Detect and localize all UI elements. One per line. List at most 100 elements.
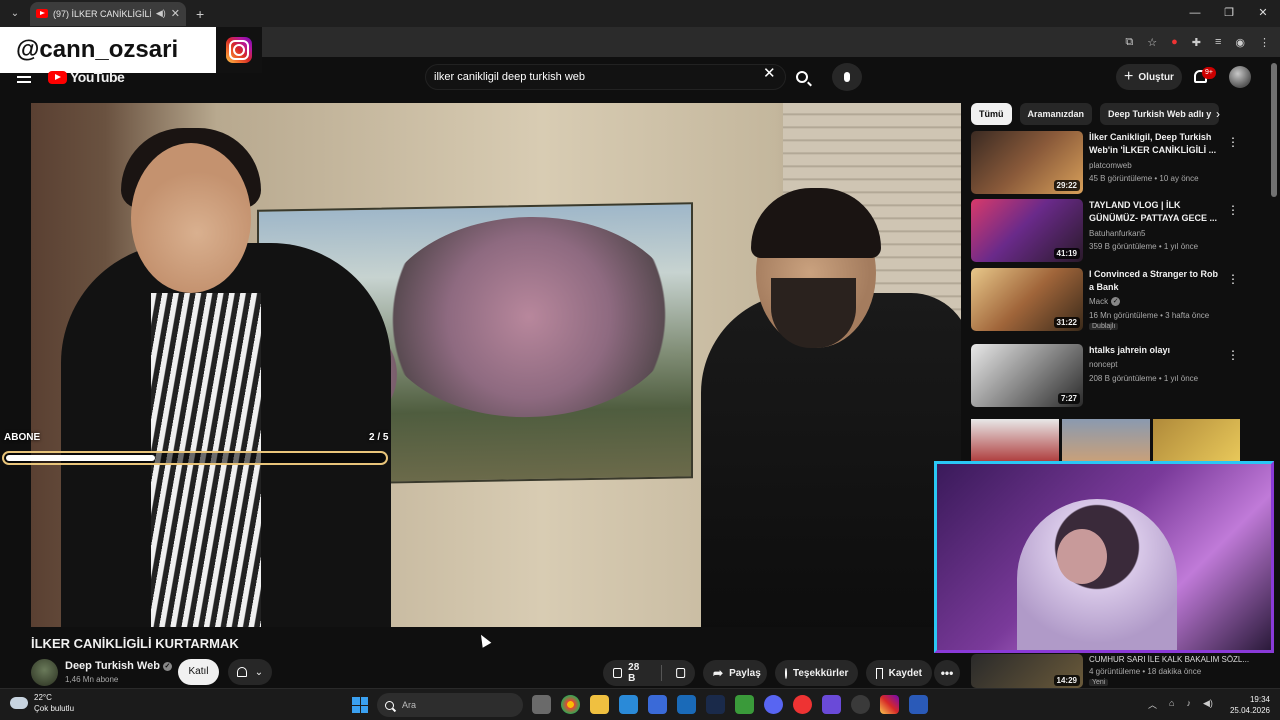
streamlabs-icon[interactable] [909, 695, 928, 714]
channel-avatar[interactable] [31, 659, 58, 686]
video-player[interactable] [31, 103, 961, 627]
file-explorer-icon[interactable] [590, 695, 609, 714]
shorts-thumbnail[interactable] [971, 419, 1059, 461]
chrome-icon[interactable] [561, 695, 580, 714]
network-icon[interactable]: ⌂ [1169, 698, 1174, 711]
kebab-menu-icon[interactable]: ⋮ [1227, 272, 1239, 286]
thumbs-up-icon[interactable] [613, 668, 623, 678]
install-app-icon[interactable]: ⧉ [1125, 36, 1133, 49]
recommendation-channel[interactable]: Batuhanfurkan5 [1089, 229, 1146, 238]
teams-icon[interactable] [822, 695, 841, 714]
clock-time: 19:34 [1249, 695, 1270, 704]
recommendation-title[interactable]: TAYLAND VLOG | İLK GÜNÜMÜZ- PATTAYA GECE… [1089, 199, 1219, 225]
kebab-menu-icon[interactable]: ⋮ [1227, 203, 1239, 217]
like-count[interactable]: 28 B [628, 662, 647, 684]
minimize-button[interactable]: — [1178, 0, 1212, 27]
recommendation-item[interactable]: 29:22 İlker Canikligil, Deep Turkish Web… [971, 131, 1239, 195]
discord-icon[interactable] [764, 695, 783, 714]
chip-channel[interactable]: Deep Turkish Web adlı y [1100, 103, 1220, 125]
search-button[interactable] [786, 64, 818, 90]
recommendation-title[interactable]: CUMHUR SARI İLE KALK BAKALIM SÖZL... [1089, 655, 1269, 664]
hamburger-menu-icon[interactable] [17, 71, 31, 83]
kebab-menu-icon[interactable]: ⋮ [1227, 135, 1239, 149]
more-actions-button[interactable]: ••• [934, 660, 960, 686]
recommendation-item[interactable]: 7:27 htalks jahrein olayı noncept 208 B … [971, 344, 1239, 408]
verified-icon: ✓ [162, 661, 172, 671]
recommendation-thumbnail[interactable]: 41:19 [971, 199, 1083, 262]
recommendation-item[interactable]: 31:22 I Convinced a Stranger to Rob a Ba… [971, 268, 1239, 332]
tab-search-icon[interactable]: ≡ [1215, 36, 1221, 48]
thumbs-down-icon[interactable] [675, 668, 686, 678]
subscription-bell-button[interactable]: ⌄ [228, 659, 272, 685]
recommendation-thumbnail[interactable]: 7:27 [971, 344, 1083, 407]
save-button[interactable]: Kaydet [866, 660, 932, 686]
extension-icon[interactable]: ● [1171, 36, 1178, 48]
recommendation-thumbnail[interactable]: 31:22 [971, 268, 1083, 331]
channel-name[interactable]: Deep Turkish Web [65, 660, 160, 672]
chevron-right-icon[interactable]: › [1216, 107, 1220, 121]
new-tab-button[interactable]: + [196, 6, 204, 22]
share-button[interactable]: ➦ Paylaş [703, 660, 767, 686]
store-icon[interactable] [648, 695, 667, 714]
recommendation-item[interactable]: 14:29 CUMHUR SARI İLE KALK BAKALIM SÖZL.… [971, 654, 1271, 688]
profile-icon[interactable]: ◉ [1235, 36, 1245, 49]
recommendation-title[interactable]: htalks jahrein olayı [1089, 344, 1219, 357]
youtube-logo[interactable]: YouTube [48, 69, 125, 85]
tray-overflow-icon[interactable]: ︿ [1148, 698, 1157, 711]
channel-name-row[interactable]: Deep Turkish Web ✓ [65, 660, 172, 672]
recommendation-thumbnail[interactable]: 29:22 [971, 131, 1083, 194]
chip-all[interactable]: Tümü [971, 103, 1012, 125]
task-view-icon[interactable] [532, 695, 551, 714]
recommendation-thumbnail[interactable]: 14:29 [971, 654, 1083, 688]
recommendation-title[interactable]: I Convinced a Stranger to Rob a Bank [1089, 268, 1219, 294]
thanks-heart-icon [785, 667, 787, 679]
browser-menu-icon[interactable]: ⋮ [1259, 36, 1270, 49]
recommendation-channel[interactable]: noncept [1089, 360, 1117, 369]
share-label: Paylaş [729, 667, 761, 679]
minecraft-icon[interactable] [735, 695, 754, 714]
youtube-app-icon[interactable] [793, 695, 812, 714]
tab-search-button[interactable]: ⌄ [4, 3, 26, 25]
tab-title: (97) İLKER CANİKLİGİLİ KUR [53, 8, 151, 19]
windows-start-icon[interactable] [352, 697, 368, 713]
tab-close-button[interactable]: ✕ [171, 7, 180, 20]
shorts-thumbnail[interactable] [1153, 419, 1240, 461]
bell-icon [236, 667, 247, 677]
recommendation-title[interactable]: İlker Canikligil, Deep Turkish Web'in 'İ… [1089, 131, 1219, 157]
chip-from-search[interactable]: Aramanızdan [1019, 103, 1093, 125]
window-close-button[interactable]: ✕ [1246, 0, 1280, 27]
clear-search-icon[interactable]: ✕ [763, 64, 776, 82]
taskbar-clock[interactable]: 19:34 25.04.2026 [1230, 694, 1270, 716]
browser-tab[interactable]: (97) İLKER CANİKLİGİLİ KUR ◀) ✕ [30, 1, 186, 26]
account-avatar[interactable] [1229, 66, 1251, 88]
kebab-menu-icon[interactable]: ⋮ [1227, 348, 1239, 362]
recommendation-item[interactable]: 41:19 TAYLAND VLOG | İLK GÜNÜMÜZ- PATTAY… [971, 199, 1239, 263]
extensions-puzzle-icon[interactable]: ✚ [1192, 36, 1201, 49]
taskbar-search[interactable]: Ara [377, 693, 523, 717]
volume-icon[interactable]: ◀) [1203, 698, 1213, 711]
create-button[interactable]: + Oluştur [1116, 64, 1182, 90]
bookmark-star-icon[interactable]: ☆ [1147, 36, 1157, 49]
mail-icon[interactable] [677, 695, 696, 714]
maximize-button[interactable]: ❐ [1212, 0, 1246, 27]
weather-widget[interactable]: 22°C Çok bulutlu [10, 692, 74, 714]
steam-icon[interactable] [706, 695, 725, 714]
instagram-app-icon[interactable] [880, 695, 899, 714]
speaker-icon[interactable]: ◀) [156, 8, 166, 19]
search-input[interactable] [434, 68, 754, 86]
join-button[interactable]: Katıl [178, 659, 219, 685]
recommendation-channel[interactable]: Mack [1089, 297, 1108, 306]
shorts-thumbnail[interactable] [1062, 419, 1150, 461]
video-frame-face-left [131, 143, 251, 293]
thanks-button[interactable]: Teşekkürler [775, 660, 858, 686]
recommendation-channel-row[interactable]: Mack ✓ [1089, 297, 1121, 306]
obs-icon[interactable] [851, 695, 870, 714]
channel-subscribers: 1,46 Mn abone [65, 675, 119, 684]
monitor-app-icon[interactable] [619, 695, 638, 714]
recommendation-channel[interactable]: platcomweb [1089, 161, 1132, 170]
like-divider [660, 665, 662, 681]
voice-search-button[interactable] [832, 63, 862, 91]
mic-tray-icon[interactable]: ♪ [1186, 698, 1191, 711]
weather-condition: Çok bulutlu [34, 704, 75, 713]
page-scrollbar[interactable] [1271, 63, 1277, 197]
